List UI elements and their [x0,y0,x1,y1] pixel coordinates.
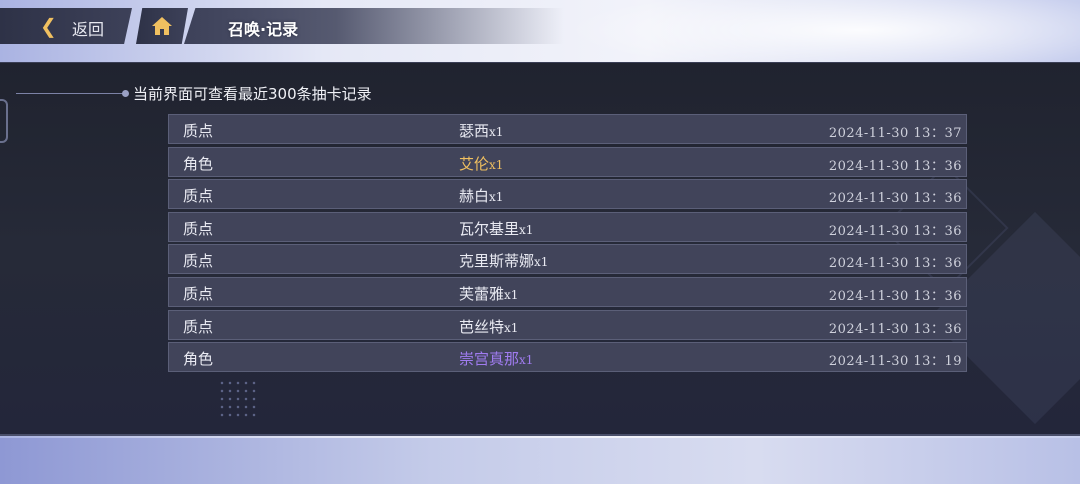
record-type: 质点 [183,122,214,140]
record-name-text: 艾伦 [459,154,490,173]
record-time: 2024-11-30 13：36 [828,223,962,239]
record-time: 2024-11-30 13：36 [828,256,962,272]
record-name: 克里斯蒂娜x1 [459,250,548,271]
record-name: 瑟西x1 [459,120,503,141]
record-type: 角色 [183,350,214,369]
back-label: 返回 [72,20,105,39]
table-row: 质点 芭丝特x1 2024-11-30 13：36 [168,309,967,340]
home-icon [152,17,172,35]
record-table: 质点 瑟西x1 2024-11-30 13：37 角色 艾伦x1 2024-11-30 1… [168,114,967,375]
record-type: 质点 [183,252,214,271]
record-multiplier: x1 [519,353,534,368]
side-tab-handle[interactable] [0,99,8,143]
record-multiplier: x1 [504,320,519,335]
table-row: 质点 赫白x1 2024-11-30 13：36 [168,179,967,210]
record-type: 质点 [183,219,214,238]
record-time: 2024-11-30 13：36 [828,158,962,174]
back-button[interactable]: ❮ 返回 [0,8,132,44]
record-name-text: 芭丝特 [459,317,505,336]
record-name: 艾伦x1 [459,153,503,174]
record-type: 角色 [183,154,214,173]
record-type: 质点 [183,187,214,206]
record-name-text: 崇宫真那 [459,350,520,369]
record-time: 2024-11-30 13：36 [828,288,962,304]
record-type: 质点 [183,317,214,336]
record-multiplier: x1 [489,125,504,139]
decorative-dots [218,379,258,419]
home-button[interactable] [136,8,188,44]
record-name: 赫白x1 [459,185,503,206]
record-name: 芙蕾雅x1 [459,283,518,304]
table-row: 质点 瓦尔基里x1 2024-11-30 13：36 [168,211,967,242]
bottom-band [0,438,1080,484]
record-name: 崇宫真那x1 [459,348,533,369]
notice-text: 当前界面可查看最近300条抽卡记录 [133,85,372,103]
record-panel: 当前界面可查看最近300条抽卡记录 质点 瑟西x1 2024-11-30 13：37… [0,62,1080,436]
record-multiplier: x1 [504,287,519,302]
top-nav-bar: ❮ 返回 召唤·记录 [0,8,1080,44]
notice-divider [16,93,126,94]
notice-bullet-icon [122,90,129,97]
record-multiplier: x1 [489,157,504,172]
table-row: 质点 芙蕾雅x1 2024-11-30 13：36 [168,276,967,307]
record-time: 2024-11-30 13：19 [828,354,962,370]
record-multiplier: x1 [489,190,504,205]
record-time: 2024-11-30 13：36 [828,191,962,207]
record-name: 瓦尔基里x1 [459,218,533,239]
record-name-text: 芙蕾雅 [459,284,505,303]
page-title-bar: 召唤·记录 [184,8,564,44]
table-row: 质点 瑟西x1 2024-11-30 13：37 [168,114,967,144]
chevron-left-icon: ❮ [40,14,57,38]
record-name-text: 瓦尔基里 [459,219,520,238]
record-time: 2024-11-30 13：37 [828,126,962,141]
table-row: 角色 艾伦x1 2024-11-30 13：36 [168,146,967,177]
table-row: 质点 克里斯蒂娜x1 2024-11-30 13：36 [168,244,967,275]
page-title: 召唤·记录 [228,20,299,39]
record-name-text: 赫白 [459,187,490,206]
record-name-text: 瑟西 [459,122,490,140]
table-row: 角色 崇宫真那x1 2024-11-30 13：19 [168,342,967,373]
record-type: 质点 [183,284,214,303]
record-name: 芭丝特x1 [459,316,518,337]
record-multiplier: x1 [534,255,549,270]
record-name-text: 克里斯蒂娜 [459,252,535,271]
record-multiplier: x1 [519,222,534,237]
record-time: 2024-11-30 13：36 [828,321,962,337]
